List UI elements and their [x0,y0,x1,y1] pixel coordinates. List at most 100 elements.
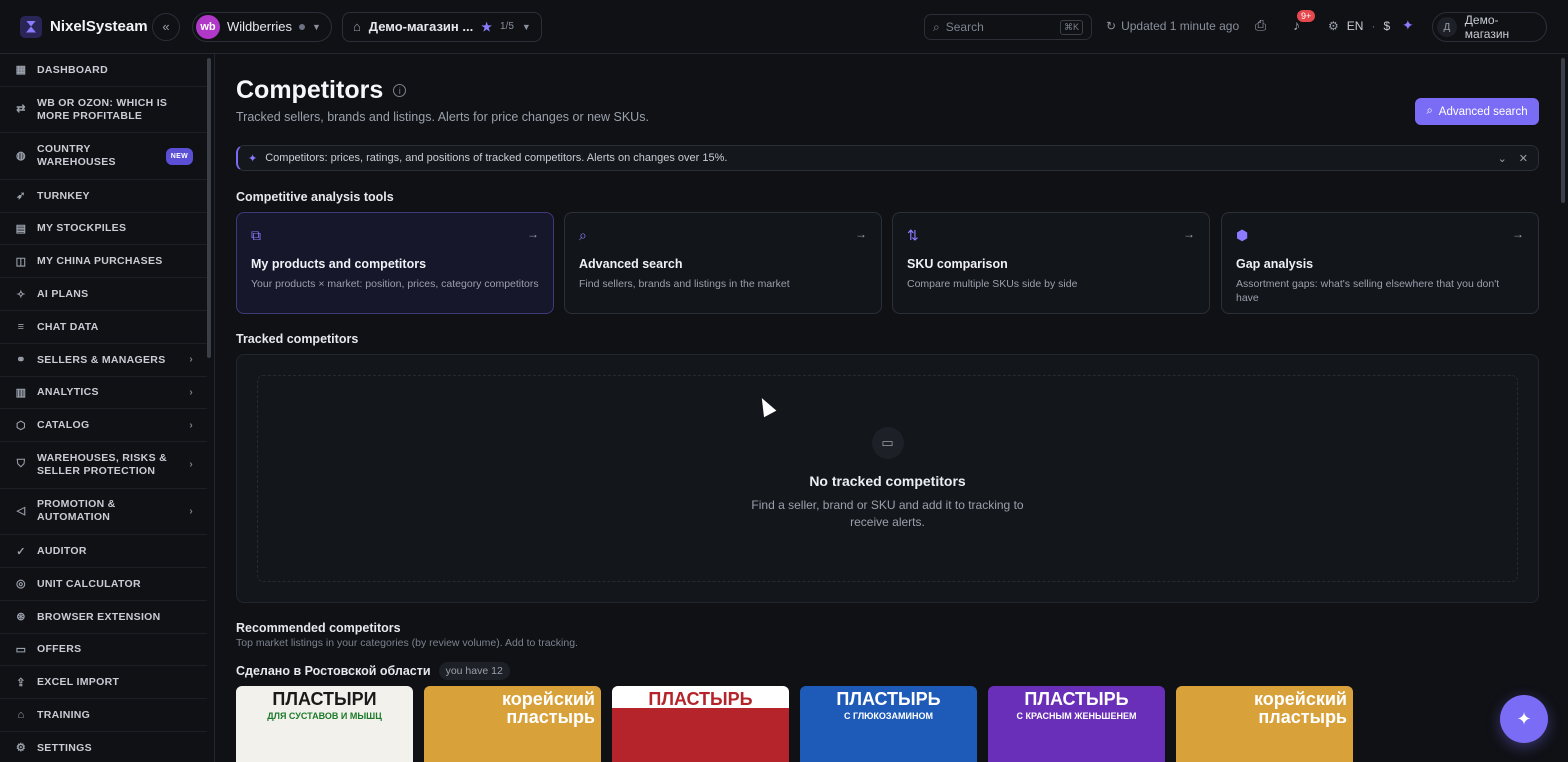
collapse-sidebar-button[interactable]: « [152,12,180,41]
settings-sliders-icon: ⚙ [1328,19,1339,33]
sidebar-item-label: UNIT CALCULATOR [37,577,141,590]
arrow-right-icon: → [855,227,867,241]
marketplace-selector[interactable]: wb Wildberries ▼ [192,11,332,42]
product-card[interactable]: ПЛАСТЫРЬ С ГЛЮКОЗАМИНОМ [800,686,977,762]
ai-assistant-button[interactable]: ✦ [1500,695,1548,743]
user-name: Демо-магазин [1464,13,1510,41]
updated-text: Updated 1 minute ago [1121,19,1240,33]
inbox-icon: ▭ [871,426,904,459]
chat-icon: ▭ [15,643,27,656]
arrow-right-icon: → [1183,227,1195,241]
sidebar-item-label: MY STOCKPILES [37,222,127,235]
info-icon[interactable]: i [393,84,407,97]
sidebar-item-label: CHAT DATA [37,320,99,333]
sidebar-scrollbar[interactable] [207,58,211,358]
gear-icon: ⚙ [15,742,27,755]
sidebar-item-label: WB OR OZON: WHICH IS MORE PROFITABLE [37,96,168,122]
tool-desc: Compare multiple SKUs side by side [907,278,1078,290]
search-shortcut: ⌘K [1059,19,1083,35]
currency-label: $ [1383,19,1391,33]
chevron-down-icon[interactable]: ⌄ [1498,152,1507,165]
sidebar-item-chat-data[interactable]: ≡ CHAT DATA [0,311,207,344]
sidebar-item-my-stockpiles[interactable]: ▤ MY STOCKPILES [0,213,207,246]
tools-heading: Competitive analysis tools [236,190,394,204]
sidebar-item-label: SELLERS & MANAGERS [37,353,166,366]
sidebar-item-wb-or-ozon[interactable]: ⇄ WB OR OZON: WHICH IS MORE PROFITABLE [0,87,207,134]
advanced-search-button[interactable]: ⌕ Advanced search [1415,98,1539,125]
main-content: Competitors i Tracked sellers, brands an… [215,54,1568,762]
tool-desc: Find sellers, brands and listings in the… [579,278,790,290]
print-icon[interactable]: ⎙ [1255,17,1266,34]
sidebar-item-offers[interactable]: ▭ OFFERS [0,634,207,667]
main-scrollbar[interactable] [1561,58,1565,203]
product-subtitle: ДЛЯ СУСТАВОВ И МЫШЦ [267,711,382,721]
product-card[interactable]: корейский пластырь [1176,686,1353,762]
sidebar-item-country-warehouses[interactable]: ◍ COUNTRY WAREHOUSES NEW [0,133,207,180]
product-card[interactable]: ПЛАСТЫРЬ С КРАСНЫМ ЖЕНЬШЕНЕМ [988,686,1165,762]
search-icon: ⌕ [933,19,940,34]
separator: · [1371,19,1376,33]
sidebar-item-excel-import[interactable]: ⇪ EXCEL IMPORT [0,666,207,700]
user-menu[interactable]: Д Демо-магазин [1432,12,1547,42]
tool-title: Advanced search [579,257,683,271]
tracked-competitors-panel: ▭ No tracked competitors Find a seller, … [236,354,1539,603]
tool-desc: Your products × market: position, prices… [251,278,539,290]
sidebar-item-label: COUNTRY WAREHOUSES [37,143,116,169]
sidebar-item-ai-plans[interactable]: ✧ AI PLANS [0,278,207,311]
chevron-right-icon: › [189,459,193,471]
close-icon[interactable]: ✕ [1519,152,1528,165]
page-subtitle: Tracked sellers, brands and listings. Al… [236,110,649,124]
sidebar-item-label: ANALYTICS [37,386,99,399]
target-icon: ◎ [16,578,26,591]
empty-desc: Find a seller, brand or SKU and add it t… [751,497,1024,529]
chevron-right-icon: › [189,505,193,517]
sidebar-item-settings[interactable]: ⚙ SETTINGS [0,732,207,762]
sidebar-item-training[interactable]: ⌂ TRAINING [0,699,207,732]
sidebar-item-dashboard[interactable]: ▦ DASHBOARD [0,54,207,87]
avatar: Д [1437,17,1457,37]
product-card[interactable]: ПЛАСТЫРЬ [612,686,789,762]
product-card[interactable]: корейский пластырь [424,686,601,762]
locale-selector[interactable]: ⚙ EN · $ [1328,19,1390,33]
language-label: EN [1346,19,1364,33]
sidebar-item-label: BROWSER EXTENSION [37,610,161,623]
app-logo[interactable]: NixelSysteam [20,15,156,38]
tool-card-sku-comparison[interactable]: ⇅ → SKU comparison Compare multiple SKUs… [892,212,1210,314]
tracked-heading: Tracked competitors [236,332,359,346]
product-title: ПЛАСТЫРЬ [1024,689,1129,709]
store-selector[interactable]: ⌂ Демо-магазин ... ★ 1/5 ▼ [341,11,542,42]
sidebar-item-label: CATALOG [37,419,90,432]
product-title: корейский пластырь [502,689,595,727]
sidebar-item-promotion-automation[interactable]: ◁ PROMOTION & AUTOMATION › [0,489,207,536]
sidebar-item-label: PROMOTION & AUTOMATION [37,498,116,524]
updated-status[interactable]: ↻ Updated 1 minute ago [1106,19,1239,33]
product-card[interactable]: ПЛАСТЫРИ ДЛЯ СУСТАВОВ И МЫШЦ [236,686,413,762]
ai-sparkle-icon[interactable]: ✦ [1402,17,1414,34]
star-icon[interactable]: ★ [481,20,492,34]
search-input[interactable]: ⌕ Search ⌘K [924,14,1092,40]
page-title: Competitors i [236,76,407,105]
sidebar-item-label: TRAINING [37,709,91,722]
sidebar-item-auditor[interactable]: ✓ AUDITOR [0,535,207,568]
compare-icon: ⇄ [16,103,26,116]
sidebar-item-warehouses-risks[interactable]: ⛉ WAREHOUSES, RISKS & SELLER PROTECTION › [0,442,207,489]
grid-icon: ▦ [15,64,27,77]
sidebar-item-analytics[interactable]: ▥ ANALYTICS › [0,377,207,410]
chevron-down-icon: ▼ [312,21,321,32]
sidebar-item-sellers-managers[interactable]: ⚭ SELLERS & MANAGERS › [0,344,207,377]
sidebar-item-turnkey[interactable]: ➶ TURNKEY [0,180,207,213]
sidebar-item-catalog[interactable]: ⬡ CATALOG › [0,409,207,443]
tool-card-gap-analysis[interactable]: ⬢ → Gap analysis Assortment gaps: what's… [1221,212,1539,314]
tool-card-my-products[interactable]: ⧉ → My products and competitors Your pro… [236,212,554,314]
sidebar-item-unit-calculator[interactable]: ◎ UNIT CALCULATOR [0,568,207,601]
shield-icon: ⛉ [16,458,26,471]
sidebar-item-china-purchases[interactable]: ◫ MY CHINA PURCHASES [0,245,207,279]
recommended-heading: Recommended competitors [236,621,401,635]
chevron-right-icon: › [189,419,193,431]
empty-title: No tracked competitors [809,472,966,489]
region-group: Сделано в Ростовской области you have 12 [236,662,510,680]
tool-card-advanced-search[interactable]: ⌕ → Advanced search Find sellers, brands… [564,212,882,314]
sparkle-icon: ✦ [248,152,258,165]
banner-text: Competitors: prices, ratings, and positi… [265,152,728,164]
sidebar-item-browser-extension[interactable]: ⊛ BROWSER EXTENSION [0,601,207,634]
